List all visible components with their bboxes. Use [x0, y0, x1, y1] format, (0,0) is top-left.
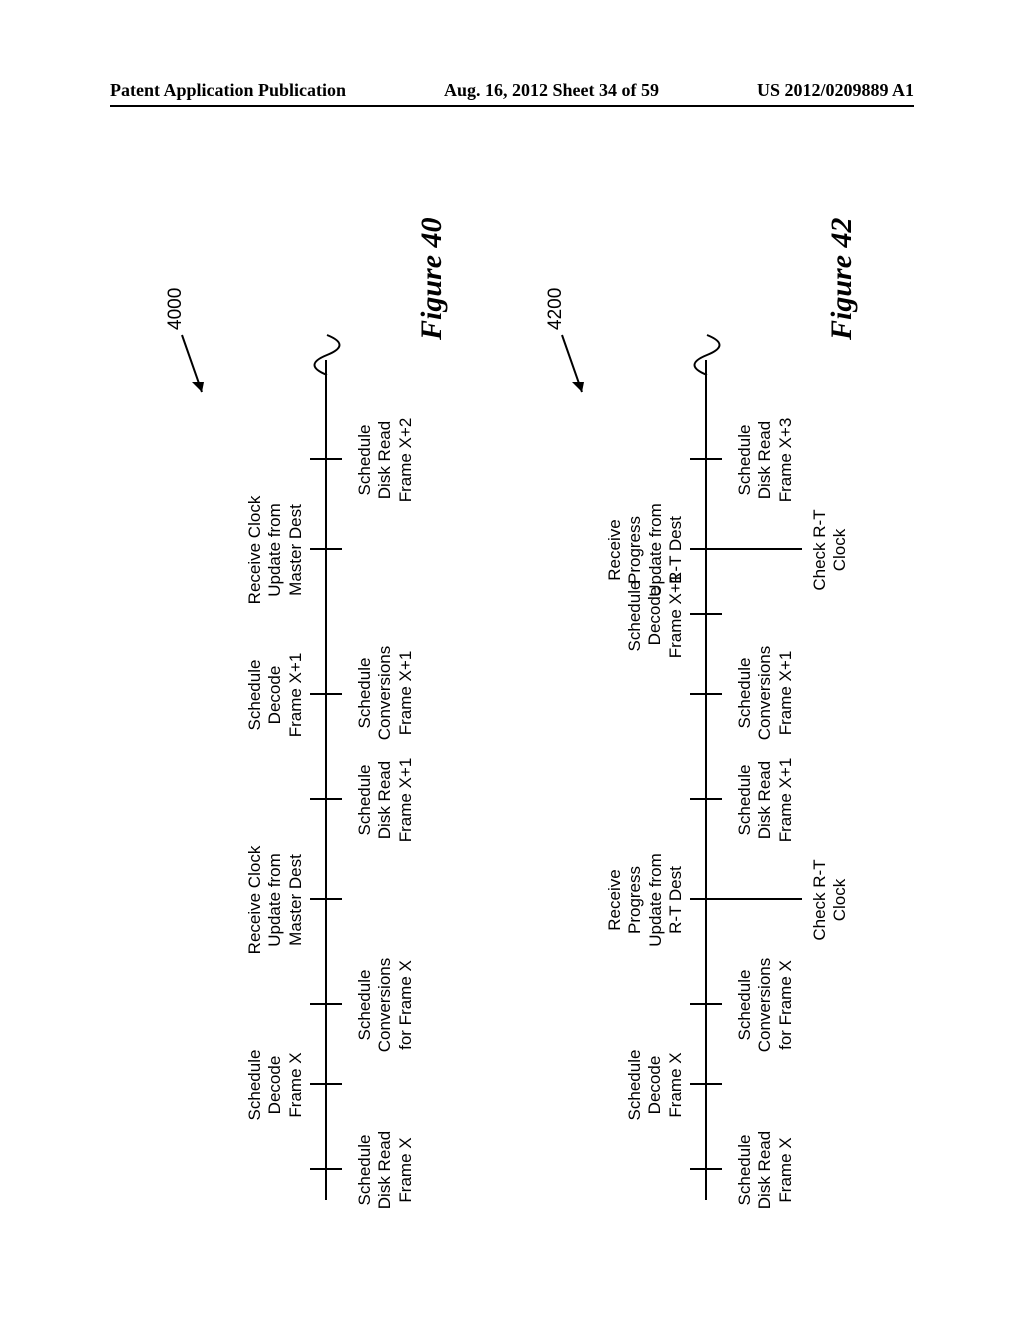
tick: [690, 798, 722, 800]
tick-long: [722, 898, 802, 900]
label-check-rt-2: Check R-T Clock: [810, 500, 851, 600]
timeline: [325, 360, 327, 1200]
label-disk-x: Schedule Disk Read Frame X: [355, 1120, 416, 1220]
label-disk-x3: Schedule Disk Read Frame X+3: [735, 400, 796, 520]
tick: [690, 693, 722, 695]
page-header: Patent Application Publication Aug. 16, …: [0, 80, 1024, 107]
label-conv-x1: Schedule Conversions Frame X+1: [355, 633, 416, 753]
label-conv-x: Schedule Conversions for Frame X: [735, 950, 796, 1060]
label-disk-x1: Schedule Disk Read Frame X+1: [355, 740, 416, 860]
label-clock-2: Receive Clock Update from Master Dest: [245, 485, 306, 615]
label-decode-x: Schedule Decode Frame X: [245, 1035, 306, 1135]
figures-area: Schedule Decode Frame X Receive Clock Up…: [0, 305, 1024, 1095]
label-disk-x2: Schedule Disk Read Frame X+2: [355, 400, 416, 520]
label-decode-x: Schedule Decode Frame X: [625, 1035, 686, 1135]
label-conv-x: Schedule Conversions for Frame X: [355, 950, 416, 1060]
timeline: [705, 360, 707, 1200]
tick: [690, 548, 722, 550]
wavy-break-icon: [677, 320, 737, 380]
header-right: US 2012/0209889 A1: [757, 80, 914, 101]
label-check-rt-1: Check R-T Clock: [810, 850, 851, 950]
tick: [310, 1168, 342, 1170]
label-progress-2: Receive Progress Update from R-T Dest: [605, 485, 687, 615]
label-disk-x1: Schedule Disk Read Frame X+1: [735, 740, 796, 860]
figure-42: Schedule Decode Frame X Receive Progress…: [535, 170, 895, 1230]
tick-long: [722, 548, 802, 550]
tick: [310, 693, 342, 695]
tick: [690, 1083, 722, 1085]
header-left: Patent Application Publication: [110, 80, 346, 101]
label-progress-1: Receive Progress Update from R-T Dest: [605, 835, 687, 965]
arrow-icon: [560, 330, 590, 400]
tick: [690, 458, 722, 460]
figure-caption: Figure 40: [415, 217, 449, 340]
ref-4200: 4200: [545, 288, 567, 330]
tick: [310, 798, 342, 800]
tick: [690, 613, 722, 615]
tick: [310, 898, 342, 900]
tick: [310, 458, 342, 460]
figure-caption: Figure 42: [825, 217, 859, 340]
tick: [690, 1168, 722, 1170]
tick: [310, 1083, 342, 1085]
tick: [690, 898, 722, 900]
label-decode-x1: Schedule Decode Frame X+1: [245, 630, 306, 760]
header-center: Aug. 16, 2012 Sheet 34 of 59: [444, 80, 659, 101]
label-disk-x: Schedule Disk Read Frame X: [735, 1120, 796, 1220]
ref-4000: 4000: [165, 288, 187, 330]
tick: [690, 1003, 722, 1005]
label-conv-x1: Schedule Conversions Frame X+1: [735, 633, 796, 753]
arrow-icon: [180, 330, 210, 400]
header-rule: [110, 105, 914, 107]
figure-40: Schedule Decode Frame X Receive Clock Up…: [155, 170, 495, 1230]
label-clock-1: Receive Clock Update from Master Dest: [245, 835, 306, 965]
wavy-break-icon: [297, 320, 357, 380]
tick: [310, 548, 342, 550]
tick: [310, 1003, 342, 1005]
